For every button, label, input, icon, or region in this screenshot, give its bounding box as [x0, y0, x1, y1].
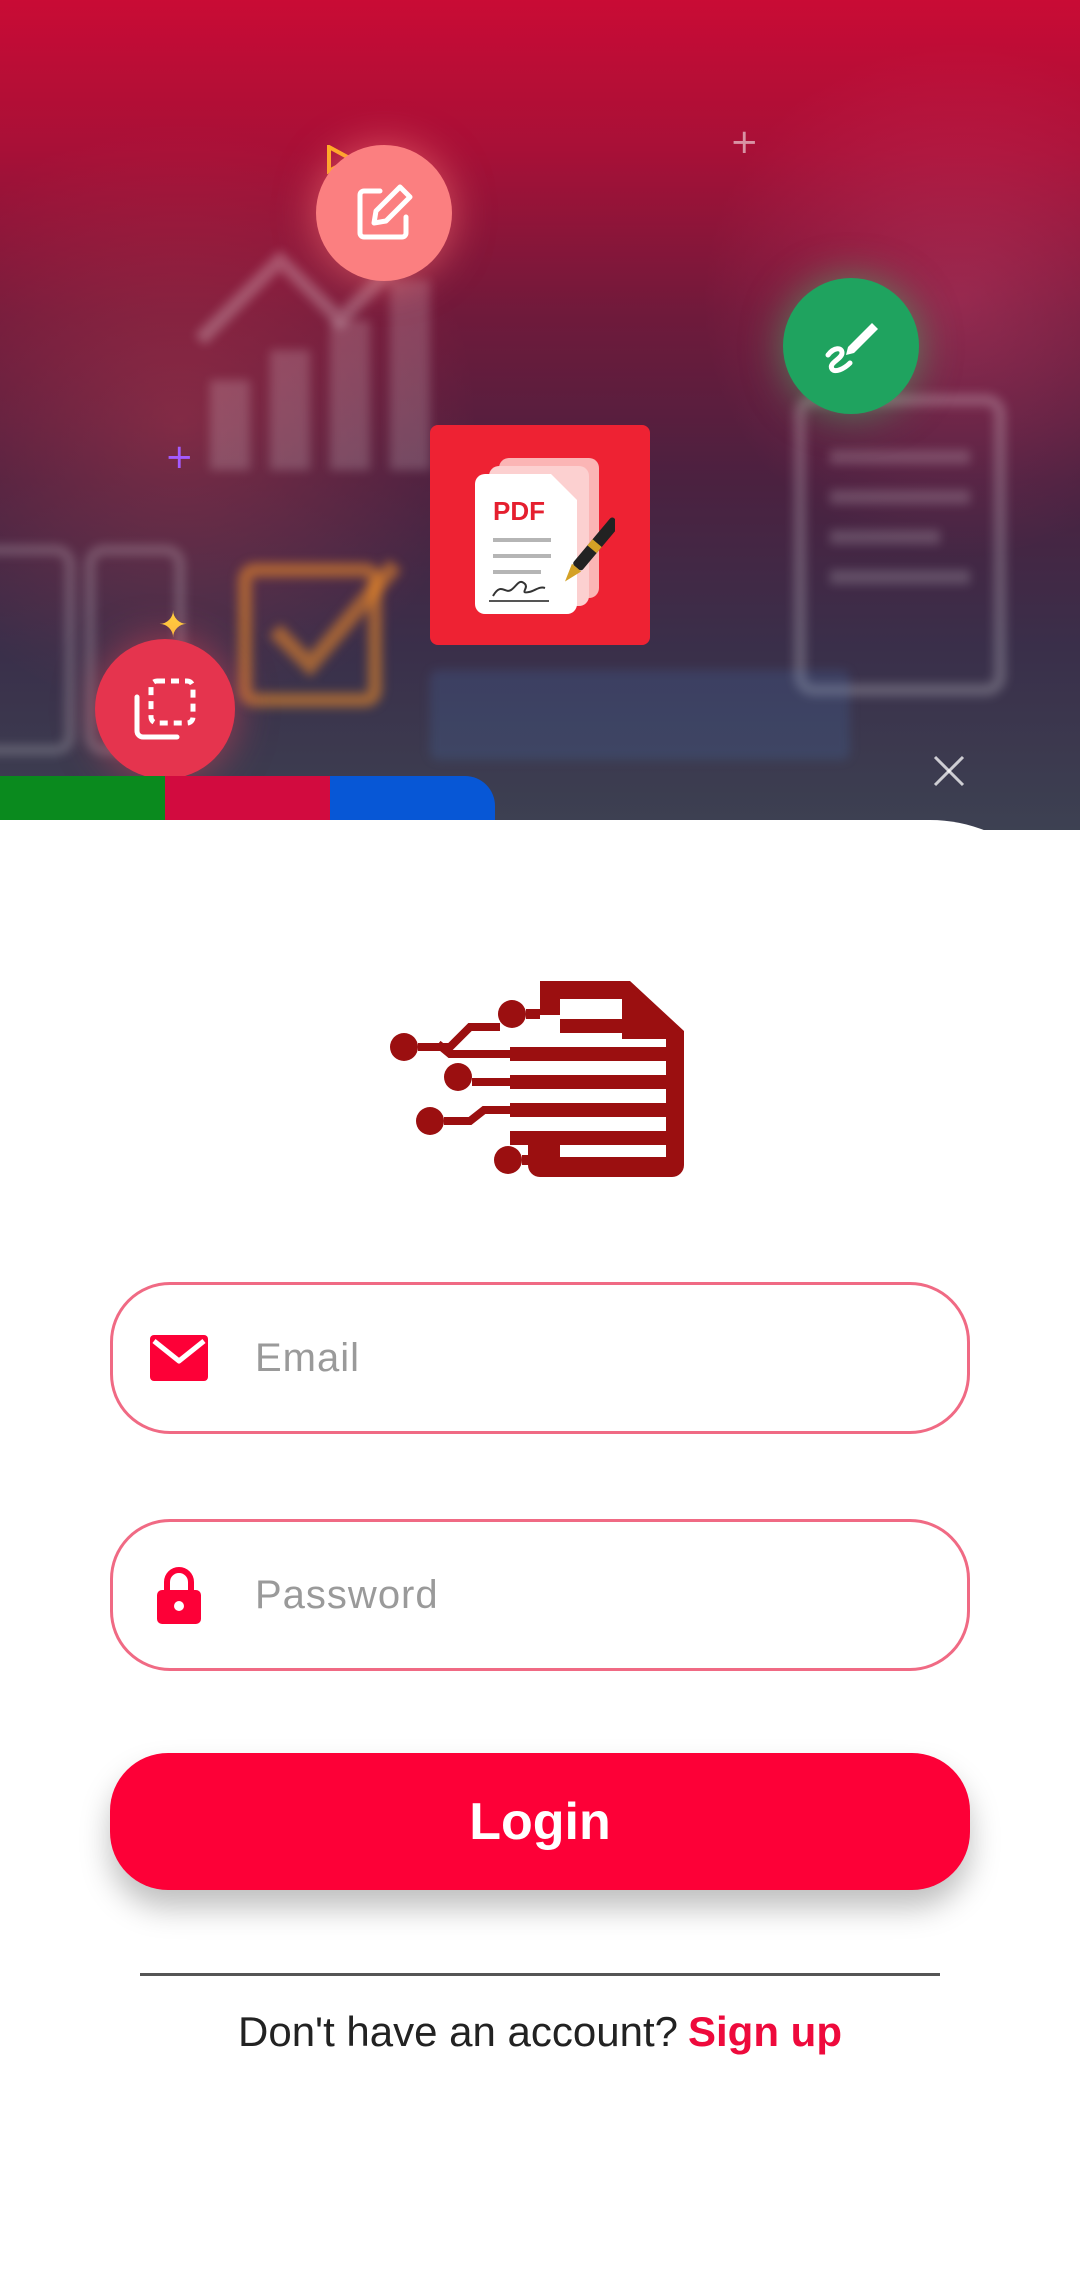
- hero-banner: + + ✦ PDF: [0, 0, 1080, 830]
- background-checkbox-illustration: [238, 559, 402, 707]
- signup-link[interactable]: Sign up: [688, 2008, 842, 2055]
- mail-icon: [149, 1328, 209, 1388]
- signup-row: Don't have an account? Sign up: [0, 2008, 1080, 2056]
- email-input[interactable]: [255, 1285, 927, 1431]
- app-icon-tile: PDF: [430, 425, 650, 645]
- select-circle: [95, 639, 235, 779]
- sparkle-icon: +: [730, 122, 759, 162]
- edit-circle: [316, 145, 452, 281]
- password-field[interactable]: [110, 1519, 970, 1671]
- edit-icon: [357, 184, 413, 240]
- signature-icon: [825, 323, 878, 374]
- app-logo: [390, 981, 684, 1177]
- pdf-document-icon: PDF: [475, 458, 615, 614]
- sparkle-icon: +: [165, 437, 194, 477]
- signature-circle: [783, 278, 919, 414]
- divider: [140, 1973, 940, 1976]
- background-table-illustration: [430, 670, 850, 760]
- select-icon: [134, 678, 196, 740]
- pdf-label: PDF: [493, 496, 545, 526]
- password-input[interactable]: [255, 1522, 927, 1668]
- email-field[interactable]: [110, 1282, 970, 1434]
- close-icon: [933, 755, 965, 787]
- lock-icon: [149, 1565, 209, 1625]
- signup-prompt: Don't have an account?: [238, 2008, 678, 2055]
- login-button[interactable]: Login: [110, 1753, 970, 1890]
- close-button[interactable]: [926, 748, 972, 794]
